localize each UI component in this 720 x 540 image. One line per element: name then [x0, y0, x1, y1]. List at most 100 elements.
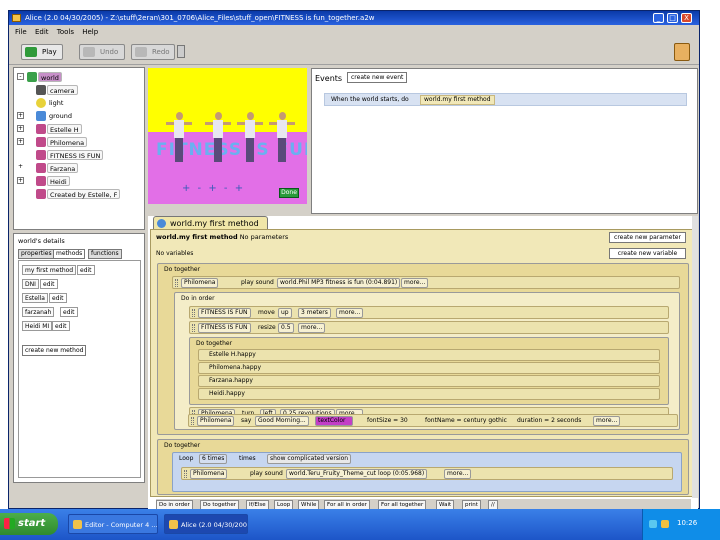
close-button[interactable]: X — [681, 13, 692, 23]
font-size-argument[interactable]: fontSize = 30 — [367, 416, 408, 426]
statement-say[interactable]: Philomena say Good Morning... textColor … — [188, 414, 678, 427]
tab-functions[interactable]: functions — [88, 249, 122, 259]
expand-toggle[interactable]: + — [17, 164, 24, 171]
expand-toggle[interactable]: + — [17, 125, 24, 132]
title-bar[interactable]: Alice (2.0 04/30/2005) - Z:\stuff\2eran\… — [9, 11, 699, 25]
menu-edit[interactable]: Edit — [35, 26, 49, 38]
clipboard-icon[interactable] — [674, 43, 690, 61]
method-name[interactable]: Estella — [22, 293, 48, 303]
method-editor-tab[interactable]: world.my first method — [153, 216, 268, 229]
statement-resize[interactable]: FITNESS IS FUN resize 0.5 more... — [189, 321, 669, 334]
camera-controls[interactable]: + - + - + — [182, 183, 245, 194]
method-edit-button[interactable]: edit — [52, 321, 70, 331]
redo-button[interactable]: Redo — [131, 44, 175, 60]
method-edit-button[interactable]: edit — [77, 265, 95, 275]
menu-file[interactable]: File — [15, 26, 27, 38]
statement-estelle-happy[interactable]: Estelle H.happy — [198, 349, 660, 361]
trash-icon[interactable] — [177, 45, 185, 58]
method-edit-button[interactable]: edit — [49, 293, 67, 303]
do-in-order-block[interactable]: Do in order FITNESS IS FUN move up 3 met… — [174, 292, 680, 430]
direction-argument[interactable]: up — [278, 308, 292, 318]
statement-object[interactable]: Philomena — [181, 278, 219, 288]
taskbar-item-alice[interactable]: Alice (2.0 04/30/2005)... — [164, 514, 248, 534]
clock: 10:26 — [677, 519, 698, 527]
scene-view[interactable]: FITNESS IS FUN + - + - + Done — [148, 68, 307, 204]
expand-toggle[interactable]: + — [17, 177, 24, 184]
amount-argument[interactable]: 3 meters — [298, 308, 331, 318]
say-text-argument[interactable]: Good Morning... — [255, 416, 309, 426]
volume-icon[interactable] — [661, 520, 669, 528]
scene-done-button[interactable]: Done — [279, 188, 299, 198]
editor-scrollbar[interactable] — [692, 216, 698, 498]
undo-button[interactable]: Undo — [79, 44, 125, 60]
method-edit-button[interactable]: edit — [40, 279, 58, 289]
event-method-chip[interactable]: world.my first method — [420, 95, 495, 105]
network-icon[interactable] — [649, 520, 657, 528]
object-tree: - world camera light + ground + Estelle … — [13, 67, 145, 230]
statement-object[interactable]: FITNESS IS FUN — [198, 323, 251, 333]
statement-farzana-happy[interactable]: Farzana.happy — [198, 375, 660, 387]
menu-tools[interactable]: Tools — [57, 26, 74, 38]
drag-handle[interactable] — [184, 470, 187, 478]
person-estelle — [166, 112, 192, 162]
drag-handle[interactable] — [192, 324, 195, 332]
redo-icon — [135, 47, 147, 57]
statement-heidi-happy[interactable]: Heidi.happy — [198, 388, 660, 400]
amount-argument[interactable]: 0.5 — [278, 323, 294, 333]
statement-play-sound-loop[interactable]: Philomena play sound world.Teru_Fruity_T… — [181, 467, 673, 480]
drag-handle[interactable] — [192, 309, 195, 317]
more-dropdown[interactable]: more... — [593, 416, 621, 426]
do-together-block[interactable]: Do together Philomena play sound world.P… — [157, 263, 689, 435]
no-parameters-label: No parameters — [239, 233, 289, 241]
do-in-order-label: Do in order — [181, 295, 215, 302]
method-header-name: world.my first method — [156, 233, 238, 241]
create-new-variable-button[interactable]: create new variable — [609, 248, 686, 259]
create-new-event-button[interactable]: create new event — [347, 72, 408, 83]
method-icon — [157, 219, 166, 228]
create-new-method-button[interactable]: create new method — [22, 345, 87, 356]
maximize-button[interactable]: □ — [667, 13, 678, 23]
more-dropdown[interactable]: more... — [444, 469, 472, 479]
tab-properties[interactable]: properties — [18, 249, 55, 259]
sound-argument[interactable]: world.Teru_Fruity_Theme_cut loop (0:05.9… — [286, 469, 428, 479]
method-edit-button[interactable]: edit — [60, 307, 78, 317]
more-dropdown[interactable]: more... — [298, 323, 326, 333]
event-row[interactable]: When the world starts, do world.my first… — [324, 93, 687, 106]
method-name[interactable]: farzanah — [22, 307, 55, 317]
duration-argument[interactable]: duration = 2 seconds — [517, 416, 581, 426]
show-complicated-version-button[interactable]: show complicated version — [267, 454, 352, 464]
method-name[interactable]: my first method — [22, 265, 77, 275]
loop-label: Loop — [179, 455, 194, 462]
start-button[interactable]: start — [0, 513, 58, 535]
ground-icon — [36, 111, 46, 121]
method-name[interactable]: DNI — [22, 279, 39, 289]
statement-object[interactable]: FITNESS IS FUN — [198, 308, 251, 318]
statement-move[interactable]: FITNESS IS FUN move up 3 meters more... — [189, 306, 669, 319]
more-dropdown[interactable]: more... — [401, 278, 429, 288]
drag-handle[interactable] — [175, 279, 178, 287]
expand-toggle[interactable]: + — [17, 112, 24, 119]
text-color-argument[interactable]: textColor — [315, 416, 353, 426]
minimize-button[interactable]: _ — [653, 13, 664, 23]
drag-handle[interactable] — [191, 417, 194, 425]
taskbar-item-editor[interactable]: Editor - Computer 4 ... — [68, 514, 158, 534]
font-name-argument[interactable]: fontName = century gothic — [425, 416, 507, 426]
menu-help[interactable]: Help — [82, 26, 98, 38]
method-name[interactable]: Heidi MI — [22, 321, 53, 331]
statement-philomena-happy[interactable]: Philomena.happy — [198, 362, 660, 374]
collapse-toggle[interactable]: - — [17, 73, 24, 80]
create-new-parameter-button[interactable]: create new parameter — [609, 232, 686, 243]
do-together-block[interactable]: Do together Loop 6 times times show comp… — [157, 439, 689, 495]
loop-count[interactable]: 6 times — [199, 454, 228, 464]
sound-argument[interactable]: world.Phil MP3 fitness is fun (0:04.891) — [277, 278, 401, 288]
tab-methods[interactable]: methods — [53, 249, 86, 259]
do-together-block[interactable]: Do together Estelle H.happy Philomena.ha… — [189, 337, 669, 405]
statement-object[interactable]: Philomena — [190, 469, 228, 479]
loop-block[interactable]: Loop 6 times times show complicated vers… — [172, 452, 682, 492]
events-title: Events — [315, 74, 343, 83]
statement-play-sound[interactable]: Philomena play sound world.Phil MP3 fitn… — [172, 276, 680, 289]
expand-toggle[interactable]: + — [17, 138, 24, 145]
more-dropdown[interactable]: more... — [336, 308, 364, 318]
play-button[interactable]: Play — [21, 44, 63, 60]
statement-object[interactable]: Philomena — [197, 416, 235, 426]
